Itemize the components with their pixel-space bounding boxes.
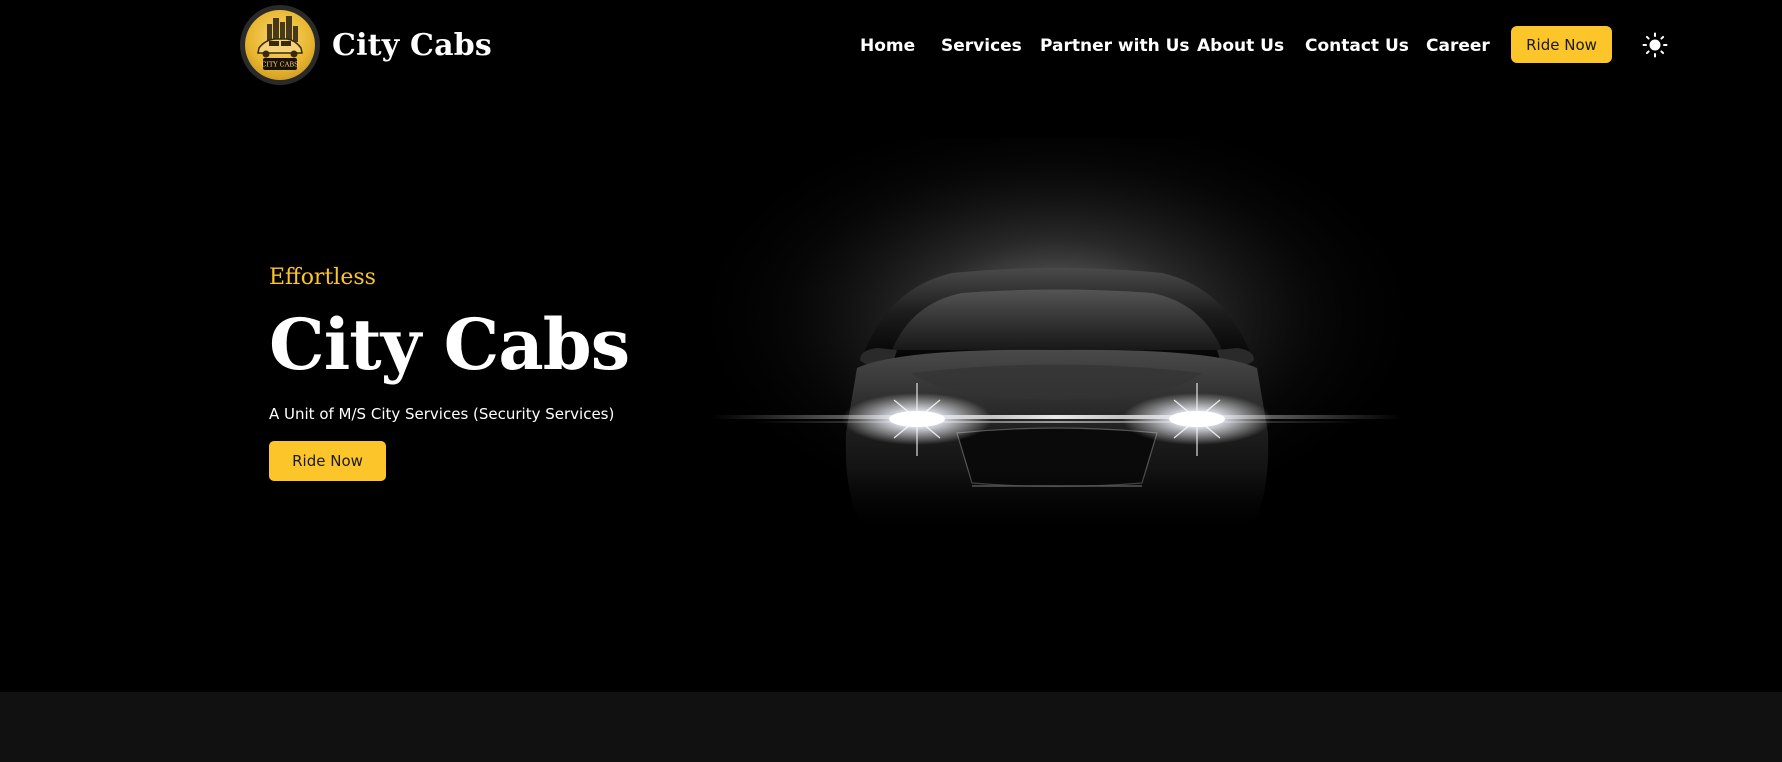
nav-item-contact[interactable]: Contact Us — [1305, 36, 1409, 56]
site-header: CITY CABS City Cabs Home Services Partne… — [0, 0, 1782, 90]
hero-eyebrow: Effortless — [269, 265, 376, 290]
car-illustration — [712, 138, 1402, 533]
sun-icon[interactable] — [1642, 32, 1668, 58]
ride-now-hero-button[interactable]: Ride Now — [269, 441, 386, 481]
car-headlights-image — [712, 138, 1402, 533]
nav-item-services[interactable]: Services — [941, 36, 1022, 56]
nav-item-career[interactable]: Career — [1426, 36, 1490, 56]
hero-subtitle: A Unit of M/S City Services (Security Se… — [269, 405, 615, 423]
hero-title: City Cabs — [269, 303, 630, 386]
nav-item-partner[interactable]: Partner with Us — [1040, 36, 1190, 56]
nav-item-about[interactable]: About Us — [1197, 36, 1284, 56]
hero-text: Effortless City Cabs A Unit of M/S City … — [269, 265, 630, 481]
ride-now-nav-button[interactable]: Ride Now — [1511, 26, 1612, 63]
nav-item-home[interactable]: Home — [860, 36, 915, 56]
next-section-band — [0, 692, 1782, 762]
main-nav: Home Services Partner with Us About Us C… — [0, 26, 1782, 66]
